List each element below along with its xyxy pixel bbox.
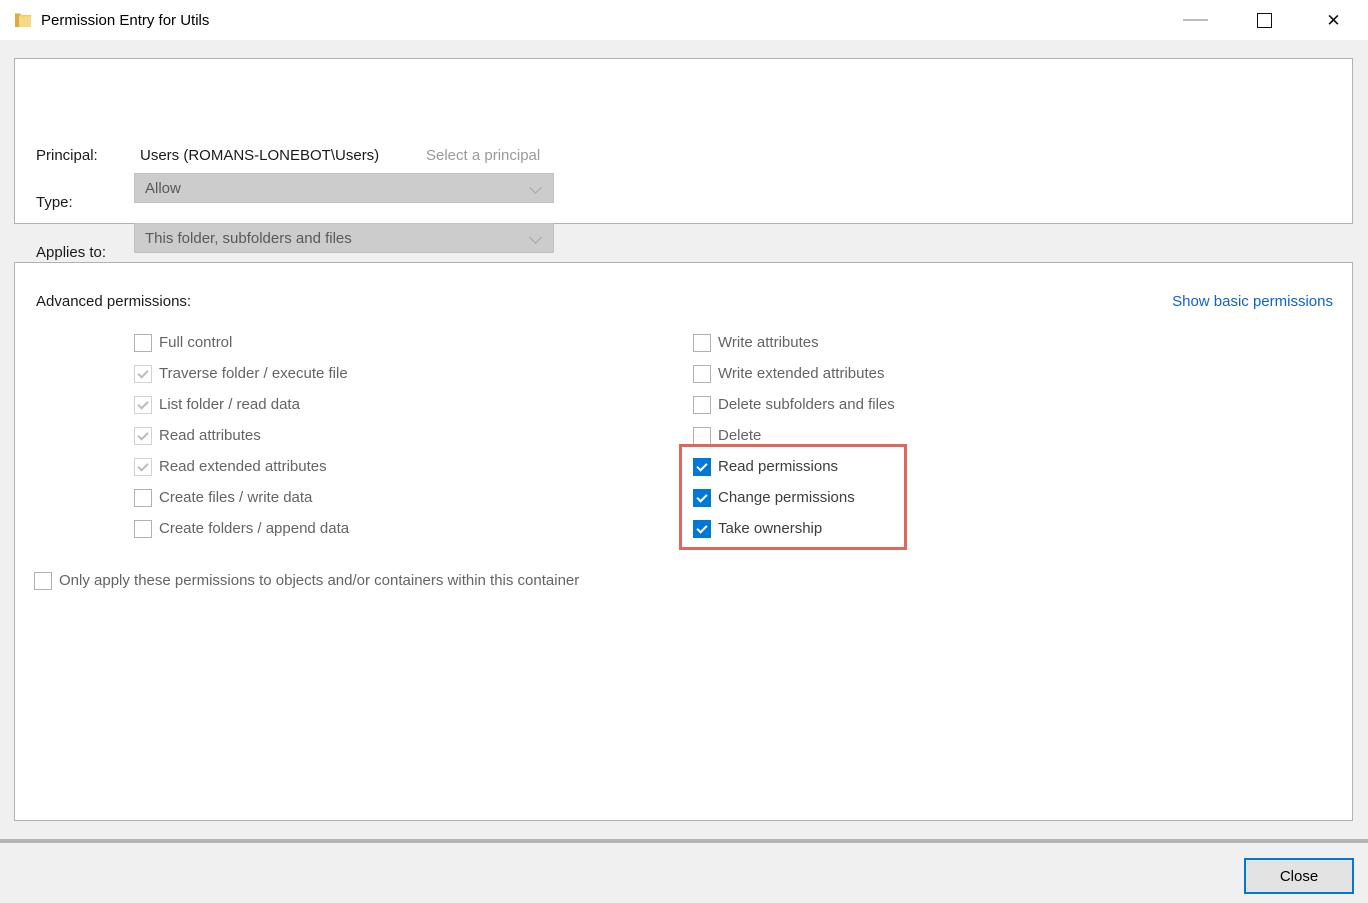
- checkbox[interactable]: [693, 427, 711, 445]
- window-title: Permission Entry for Utils: [41, 12, 209, 29]
- perm-row-delete-subfolders[interactable]: Delete subfolders and files: [693, 389, 895, 420]
- applies-to-dropdown-value: This folder, subfolders and files: [145, 230, 352, 247]
- folder-icon: [14, 12, 32, 28]
- perm-row-delete[interactable]: Delete: [693, 420, 895, 451]
- checkbox[interactable]: [134, 365, 152, 383]
- titlebar: Permission Entry for Utils ✕: [0, 0, 1368, 40]
- permissions-column-left: Full control Traverse folder / execute f…: [134, 327, 349, 544]
- perm-row-traverse-folder[interactable]: Traverse folder / execute file: [134, 358, 349, 389]
- perm-row-list-folder[interactable]: List folder / read data: [134, 389, 349, 420]
- perm-label: Write extended attributes: [718, 365, 884, 382]
- minimize-icon: [1183, 19, 1208, 21]
- checkbox[interactable]: [34, 572, 52, 590]
- perm-label: Full control: [159, 334, 232, 351]
- perm-label: List folder / read data: [159, 396, 300, 413]
- applies-to-dropdown[interactable]: This folder, subfolders and files: [134, 223, 554, 253]
- type-dropdown[interactable]: Allow: [134, 173, 554, 203]
- checkbox[interactable]: [693, 396, 711, 414]
- type-label: Type:: [36, 194, 73, 211]
- only-apply-label: Only apply these permissions to objects …: [59, 572, 579, 589]
- applies-to-label: Applies to:: [36, 244, 106, 261]
- perm-row-full-control[interactable]: Full control: [134, 327, 349, 358]
- checkbox[interactable]: [134, 396, 152, 414]
- footer-divider: [0, 839, 1368, 843]
- close-button[interactable]: Close: [1244, 858, 1354, 894]
- perm-label: Create files / write data: [159, 489, 312, 506]
- checkbox[interactable]: [134, 334, 152, 352]
- perm-label: Read permissions: [718, 458, 838, 475]
- checkbox[interactable]: [693, 458, 711, 476]
- perm-label: Change permissions: [718, 489, 855, 506]
- checkbox[interactable]: [134, 458, 152, 476]
- checkbox[interactable]: [134, 520, 152, 538]
- maximize-button[interactable]: [1230, 0, 1299, 40]
- checkbox[interactable]: [134, 489, 152, 507]
- checkbox[interactable]: [693, 365, 711, 383]
- perm-row-create-files[interactable]: Create files / write data: [134, 482, 349, 513]
- select-principal-link[interactable]: Select a principal: [426, 147, 540, 164]
- show-basic-permissions-link[interactable]: Show basic permissions: [1172, 293, 1333, 310]
- perm-row-write-attributes[interactable]: Write attributes: [693, 327, 895, 358]
- checkbox[interactable]: [693, 489, 711, 507]
- minimize-button[interactable]: [1161, 0, 1230, 40]
- perm-label: Write attributes: [718, 334, 819, 351]
- advanced-permissions-heading: Advanced permissions:: [36, 293, 191, 310]
- principal-panel: Principal: Users (ROMANS-LONEBOT\Users) …: [14, 58, 1353, 224]
- perm-label: Traverse folder / execute file: [159, 365, 348, 382]
- perm-label: Delete subfolders and files: [718, 396, 895, 413]
- principal-label: Principal:: [36, 147, 98, 164]
- checkbox[interactable]: [134, 427, 152, 445]
- perm-label: Take ownership: [718, 520, 822, 537]
- perm-label: Delete: [718, 427, 761, 444]
- type-dropdown-value: Allow: [145, 180, 181, 197]
- perm-row-read-permissions[interactable]: Read permissions: [693, 451, 895, 482]
- permissions-column-right: Write attributes Write extended attribut…: [693, 327, 895, 544]
- perm-label: Read attributes: [159, 427, 261, 444]
- advanced-permissions-panel: Advanced permissions: Show basic permiss…: [14, 262, 1353, 821]
- perm-row-write-extended-attributes[interactable]: Write extended attributes: [693, 358, 895, 389]
- close-button-titlebar[interactable]: ✕: [1299, 0, 1368, 40]
- only-apply-row[interactable]: Only apply these permissions to objects …: [34, 565, 579, 596]
- permission-entry-dialog: { "window": { "title": "Permission Entry…: [0, 0, 1368, 903]
- checkbox[interactable]: [693, 520, 711, 538]
- close-icon: ✕: [1326, 12, 1340, 29]
- perm-label: Create folders / append data: [159, 520, 349, 537]
- perm-row-create-folders[interactable]: Create folders / append data: [134, 513, 349, 544]
- checkbox[interactable]: [693, 334, 711, 352]
- perm-row-change-permissions[interactable]: Change permissions: [693, 482, 895, 513]
- perm-row-read-attributes[interactable]: Read attributes: [134, 420, 349, 451]
- chevron-down-icon: [529, 231, 542, 244]
- perm-row-take-ownership[interactable]: Take ownership: [693, 513, 895, 544]
- window-controls: ✕: [1161, 0, 1368, 40]
- chevron-down-icon: [529, 181, 542, 194]
- perm-label: Read extended attributes: [159, 458, 327, 475]
- maximize-icon: [1257, 13, 1272, 28]
- perm-row-read-extended-attributes[interactable]: Read extended attributes: [134, 451, 349, 482]
- principal-value: Users (ROMANS-LONEBOT\Users): [140, 147, 379, 164]
